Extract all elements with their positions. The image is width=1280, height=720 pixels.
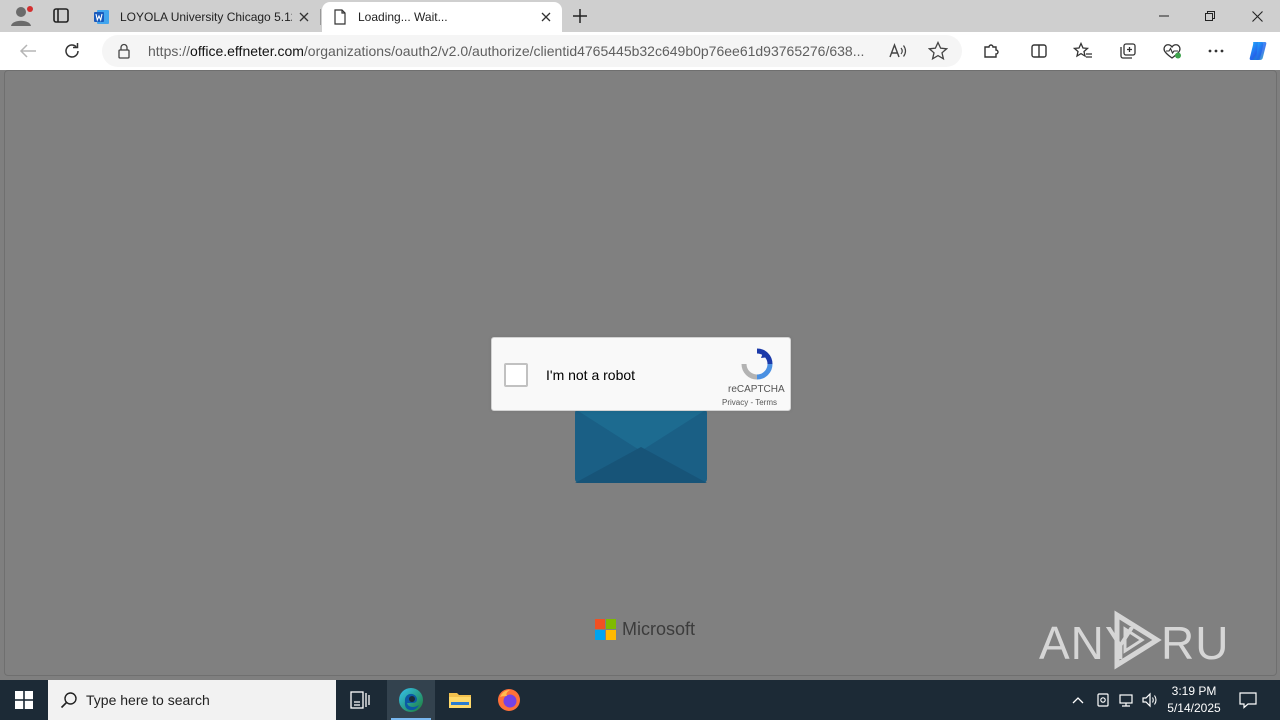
tab-title: LOYOLA University Chicago 5.12: [120, 10, 292, 24]
close-tab-button[interactable]: [292, 5, 316, 29]
page-content: I'm not a robot reCAPTCHA Privacy - Term…: [4, 70, 1277, 676]
back-button[interactable]: [15, 38, 41, 64]
new-tab-button[interactable]: [568, 4, 592, 28]
tab-actions-button[interactable]: [48, 4, 74, 28]
recaptcha-icon: [741, 348, 773, 380]
plus-icon: [573, 9, 587, 23]
device-icon: [1097, 693, 1109, 707]
tab-strip: LOYOLA University Chicago 5.12 Loading..…: [0, 0, 1280, 32]
url-host: office.effneter.com: [190, 43, 304, 59]
task-view-button[interactable]: [336, 680, 384, 720]
split-screen-button[interactable]: [1026, 38, 1052, 64]
notification-icon: [1239, 692, 1257, 709]
arrow-left-icon: [19, 44, 36, 58]
taskbar-file-explorer[interactable]: [436, 680, 484, 720]
minimize-button[interactable]: [1141, 0, 1187, 32]
collections-icon: [1120, 43, 1136, 59]
minimize-icon: [1159, 15, 1169, 17]
address-bar[interactable]: https://office.effneter.com/organization…: [102, 35, 962, 67]
anyrun-watermark: ANY RUN: [1039, 609, 1229, 671]
close-icon: [1251, 10, 1263, 22]
tray-device-button[interactable]: [1091, 680, 1115, 720]
heartbeat-icon: [1163, 44, 1181, 59]
search-placeholder: Type here to search: [86, 692, 210, 708]
microsoft-grid-icon: [595, 619, 616, 640]
restore-button[interactable]: [1187, 0, 1233, 32]
close-icon: [541, 12, 551, 22]
settings-menu-button[interactable]: [1203, 38, 1229, 64]
task-view-icon: [350, 691, 370, 709]
firefox-icon: [498, 689, 520, 711]
privacy-link[interactable]: Privacy: [722, 398, 748, 407]
close-window-button[interactable]: [1234, 0, 1280, 32]
folder-icon: [449, 693, 471, 708]
recaptcha-links: Privacy - Terms: [722, 398, 777, 407]
anyrun-logo-icon: ANY RUN: [1039, 610, 1229, 670]
svg-text:RUN: RUN: [1161, 617, 1229, 669]
search-icon: [60, 692, 77, 709]
recaptcha-brand: reCAPTCHA: [728, 384, 785, 395]
microsoft-logo: Microsoft: [595, 619, 695, 640]
windows-icon: [15, 691, 33, 709]
more-dots-icon: [1208, 49, 1224, 53]
edge-icon: [399, 688, 423, 712]
copilot-icon: [1249, 42, 1267, 60]
action-center-button[interactable]: [1234, 680, 1262, 720]
tray-network-button[interactable]: [1114, 680, 1138, 720]
tab-loading[interactable]: Loading... Wait...: [322, 2, 562, 32]
word-icon: [94, 10, 109, 24]
star-icon: [928, 41, 948, 61]
read-aloud-icon: [889, 43, 907, 58]
recaptcha-widget: I'm not a robot reCAPTCHA Privacy - Term…: [491, 337, 791, 411]
url-path: /organizations/oauth2/v2.0/authorize/cli…: [303, 43, 865, 59]
browser-essentials-button[interactable]: [1159, 38, 1185, 64]
copilot-button[interactable]: [1245, 38, 1271, 64]
taskbar-search-box[interactable]: Type here to search: [48, 680, 336, 720]
close-tab-button[interactable]: [534, 5, 558, 29]
clock-date: 5/14/2025: [1167, 701, 1221, 715]
profile-button[interactable]: [8, 4, 34, 28]
favorites-icon: [1073, 42, 1092, 58]
taskbar-edge[interactable]: [387, 680, 435, 720]
taskbar-clock[interactable]: 3:19 PM 5/14/2025: [1162, 683, 1226, 717]
terms-link[interactable]: Terms: [755, 398, 777, 407]
restore-icon: [1205, 11, 1215, 21]
tab-divider: [320, 9, 321, 25]
speaker-icon: [1142, 692, 1157, 708]
split-screen-icon: [1031, 44, 1047, 58]
url-text: https://office.effneter.com/organization…: [148, 43, 874, 59]
lock-icon: [118, 43, 130, 59]
notification-dot: [27, 6, 33, 12]
refresh-button[interactable]: [59, 38, 85, 64]
page-icon: [334, 9, 346, 25]
favorites-button[interactable]: [1070, 38, 1096, 64]
tab-actions-icon: [53, 8, 69, 23]
url-prefix: https://: [148, 43, 191, 59]
puzzle-icon: [984, 44, 999, 58]
tray-volume-button[interactable]: [1138, 680, 1162, 720]
start-button[interactable]: [0, 680, 48, 720]
recaptcha-checkbox[interactable]: [504, 363, 528, 387]
microsoft-wordmark: Microsoft: [622, 619, 696, 639]
clock-time: 3:19 PM: [1171, 684, 1217, 698]
refresh-icon: [65, 43, 79, 58]
collections-button[interactable]: [1115, 38, 1141, 64]
extensions-button[interactable]: [978, 38, 1004, 64]
read-aloud-button[interactable]: [887, 40, 909, 62]
tab-loyola-document[interactable]: LOYOLA University Chicago 5.12: [84, 2, 320, 32]
windows-taskbar: Type here to search 3:19 PM 5/14/2025: [0, 680, 1280, 720]
chevron-up-icon: [1072, 697, 1084, 704]
browser-toolbar: https://office.effneter.com/organization…: [0, 32, 1280, 70]
recaptcha-label: I'm not a robot: [546, 367, 636, 383]
tab-title: Loading... Wait...: [358, 10, 448, 24]
network-icon: [1119, 694, 1133, 707]
envelope-icon: [575, 409, 707, 483]
show-hidden-icons-button[interactable]: [1066, 680, 1090, 720]
close-icon: [299, 12, 309, 22]
taskbar-firefox[interactable]: [485, 680, 533, 720]
favorite-star-button[interactable]: [927, 40, 949, 62]
